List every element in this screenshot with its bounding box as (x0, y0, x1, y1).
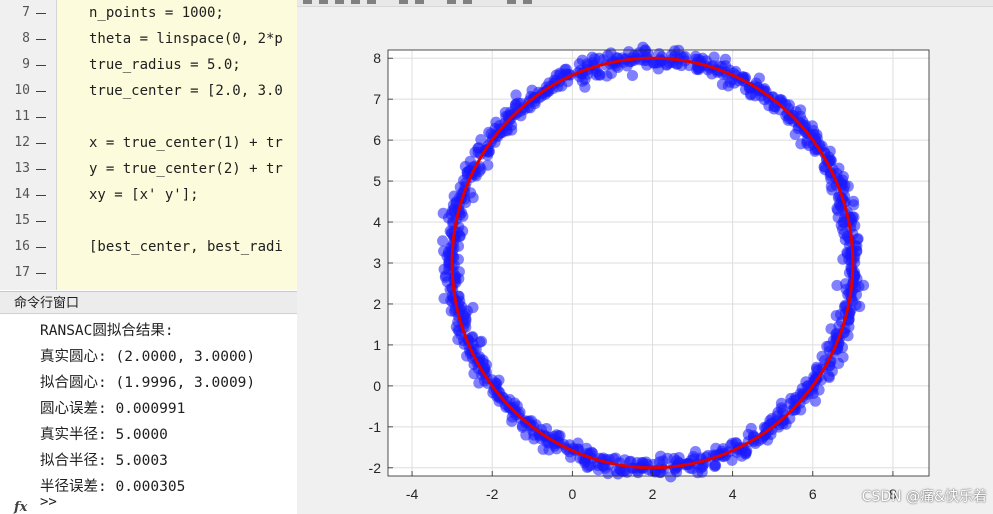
code-line[interactable]: 15 (0, 208, 297, 234)
x-tick-label: 6 (809, 486, 817, 502)
x-tick-label: -2 (486, 486, 499, 502)
line-number: 13 (14, 161, 30, 176)
code-text: true_center = [2.0, 3.0 (89, 83, 283, 99)
breakpoint-marker[interactable] (36, 195, 46, 196)
code-line[interactable]: 11 (0, 104, 297, 130)
toolbar-button[interactable] (523, 0, 532, 4)
line-number: 11 (14, 109, 30, 124)
data-point (626, 69, 639, 82)
toolbar-button[interactable] (507, 0, 516, 4)
data-point (745, 422, 757, 435)
code-line[interactable]: 13 y = true_center(2) + tr (0, 156, 297, 182)
breakpoint-marker[interactable] (36, 91, 46, 92)
code-editor[interactable]: 7 n_points = 1000; 8 theta = linspace(0, 2*… (0, 0, 298, 290)
breakpoint-marker[interactable] (36, 65, 46, 66)
code-line[interactable]: 9 true_radius = 5.0; (0, 52, 297, 78)
scatter-plot: -4 -2 0 2 4 6 8-2-1012345678 (369, 41, 930, 502)
csdn-watermark: CSDN @痛&快乐着 (861, 489, 987, 505)
data-point (845, 255, 857, 267)
data-point (573, 58, 585, 70)
code-text: true_radius = 5.0; (89, 57, 241, 73)
toolbar-button[interactable] (399, 0, 408, 4)
breakpoint-marker[interactable] (36, 247, 46, 248)
breakpoint-marker[interactable] (36, 39, 46, 40)
breakpoint-marker[interactable] (36, 143, 46, 144)
toolbar-button[interactable] (303, 0, 312, 4)
x-tick-label: 0 (568, 486, 576, 502)
toolbar-button[interactable] (463, 0, 472, 4)
y-tick-label: 8 (373, 50, 381, 66)
command-window-title: 命令行窗口 (0, 291, 297, 314)
code-line[interactable]: 8 theta = linspace(0, 2*p (0, 26, 297, 52)
figure-toolbar (297, 0, 993, 7)
code-text: [best_center, best_radi (89, 239, 283, 255)
data-point (565, 451, 577, 463)
code-text: x = true_center(1) + tr (89, 135, 283, 151)
toolbar-button[interactable] (447, 0, 456, 4)
code-line[interactable]: 12 x = true_center(1) + tr (0, 130, 297, 156)
y-tick-label: 7 (373, 91, 381, 107)
code-text: xy = [x' y']; (89, 187, 199, 203)
toolbar-button[interactable] (335, 0, 344, 4)
y-tick-label: 3 (373, 255, 381, 271)
line-number: 9 (22, 57, 30, 72)
data-point (582, 460, 594, 473)
y-tick-label: 4 (373, 214, 381, 230)
screen: 7 n_points = 1000; 8 theta = linspace(0, 2*… (0, 0, 993, 514)
y-tick-label: -1 (369, 419, 382, 435)
code-line[interactable]: 16 [best_center, best_radi (0, 234, 297, 260)
figure-window: -4 -2 0 2 4 6 8 -2 -1 0 1 2 3 4 5 6 7 8 CSDN @痛&快乐着 (297, 0, 993, 514)
y-tick-label: 2 (373, 296, 381, 312)
code-line[interactable]: 14 xy = [x' y']; (0, 182, 297, 208)
toolbar-button[interactable] (319, 0, 328, 4)
data-point (579, 81, 591, 93)
data-point (837, 351, 849, 363)
command-output-line: 拟合圆心: (1.9996, 3.0009) (40, 375, 256, 391)
line-number: 16 (14, 239, 30, 254)
y-tick-label: 0 (373, 378, 381, 394)
code-text: y = true_center(2) + tr (89, 161, 283, 177)
line-number: 17 (14, 265, 30, 280)
data-point (592, 464, 604, 476)
toolbar-button[interactable] (351, 0, 360, 4)
toolbar-button[interactable] (415, 0, 424, 4)
breakpoint-marker[interactable] (36, 13, 46, 14)
command-prompt[interactable]: >> (40, 494, 57, 510)
breakpoint-marker[interactable] (36, 221, 46, 222)
line-number: 8 (22, 31, 30, 46)
breakpoint-marker[interactable] (36, 169, 46, 170)
x-tick-label: 4 (729, 486, 737, 502)
toolbar-button[interactable] (367, 0, 376, 4)
code-line[interactable]: 10 true_center = [2.0, 3.0 (0, 78, 297, 104)
command-window[interactable]: RANSAC圆拟合结果: 真实圆心: (2.0000, 3.0000) 拟合圆心: … (0, 314, 298, 514)
data-point (510, 89, 522, 101)
command-output-line: 真实半径: 5.0000 (40, 427, 168, 443)
y-tick-label: 1 (373, 337, 381, 353)
line-number: 15 (14, 213, 30, 228)
command-output-line: RANSAC圆拟合结果: (40, 323, 174, 339)
command-output-line: 真实圆心: (2.0000, 3.0000) (40, 349, 256, 365)
command-output-line: 半径误差: 0.000305 (40, 479, 186, 495)
fx-icon[interactable]: fx (14, 500, 27, 514)
line-number: 14 (14, 187, 30, 202)
x-tick-label: -4 (406, 486, 419, 502)
code-text: theta = linspace(0, 2*p (89, 31, 283, 47)
line-number: 12 (14, 135, 30, 150)
data-point (716, 78, 729, 90)
y-tick-label: 6 (373, 132, 381, 148)
y-tick-label: 5 (373, 173, 381, 189)
code-text: n_points = 1000; (89, 5, 224, 21)
data-point (657, 463, 670, 475)
breakpoint-marker[interactable] (36, 273, 46, 274)
data-point (740, 448, 752, 460)
line-number: 10 (14, 83, 30, 98)
breakpoint-marker[interactable] (36, 117, 46, 118)
y-tick-label: -2 (369, 460, 382, 476)
line-number: 7 (22, 5, 30, 20)
code-line[interactable]: 17 (0, 260, 297, 286)
x-tick-label: 2 (649, 486, 657, 502)
command-output-line: 拟合半径: 5.0003 (40, 453, 168, 469)
code-line[interactable]: 7 n_points = 1000; (0, 0, 297, 26)
command-output-line: 圆心误差: 0.000991 (40, 401, 186, 417)
